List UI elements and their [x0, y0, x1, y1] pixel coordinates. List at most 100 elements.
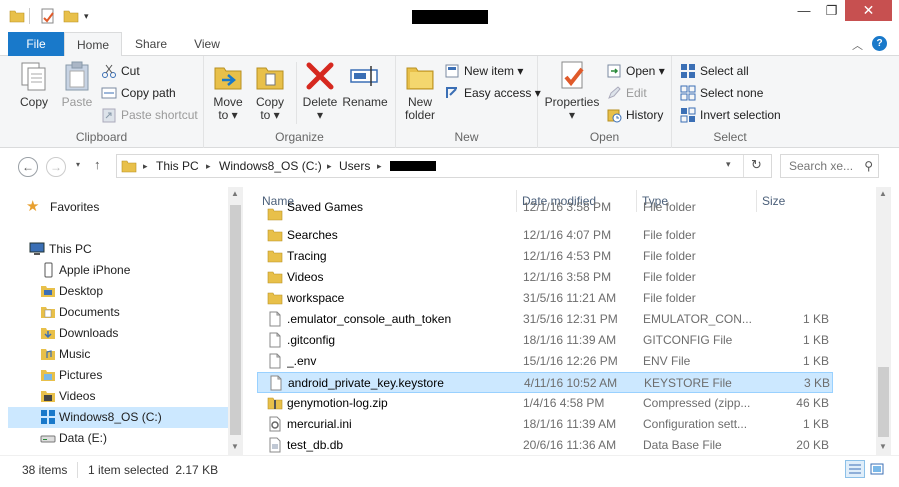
file-row[interactable]: _.env 15/1/16 12:26 PM ENV File 1 KB	[257, 351, 833, 372]
tab-file[interactable]: File	[8, 32, 64, 56]
select-all-button[interactable]: Select all	[680, 62, 749, 80]
breadcrumb-separator-icon[interactable]: ▸	[206, 155, 211, 177]
address-bar[interactable]: ▸ This PC ▸ Windows8_OS (C:) ▸ Users ▸ ▾…	[116, 154, 772, 178]
search-input[interactable]: Search xe... ⚲	[780, 154, 879, 178]
tab-home[interactable]: Home	[64, 32, 122, 57]
large-icons-view-button[interactable]	[867, 460, 887, 478]
history-button[interactable]: History	[606, 106, 663, 124]
new-folder-qat-icon[interactable]	[63, 8, 79, 24]
maximize-button[interactable]: ❐	[818, 0, 845, 21]
nav-videos[interactable]: Videos	[38, 386, 228, 407]
details-view-button[interactable]	[845, 460, 865, 478]
breadcrumb-separator-icon[interactable]: ▸	[377, 155, 382, 177]
file-type: Compressed (zipp...	[643, 396, 751, 410]
open-button[interactable]: Open ▾	[606, 62, 665, 80]
rename-button[interactable]: Rename	[342, 60, 388, 109]
back-button[interactable]: ←	[18, 157, 38, 177]
breadcrumb-windows8-os[interactable]: Windows8_OS (C:)	[219, 155, 322, 177]
nav-music[interactable]: Music	[38, 344, 228, 365]
tab-view[interactable]: View	[180, 32, 234, 56]
select-none-button[interactable]: Select none	[680, 84, 763, 102]
breadcrumb-users[interactable]: Users	[339, 155, 370, 177]
nav-scrollbar-thumb[interactable]	[230, 205, 241, 435]
cut-button[interactable]: Cut	[101, 62, 140, 80]
file-row[interactable]: android_private_key.keystore 4/11/16 10:5…	[257, 372, 833, 393]
nav-item-label: Apple iPhone	[59, 263, 131, 277]
file-row[interactable]: test_db.db 20/6/16 11:36 AM Data Base File…	[257, 435, 833, 456]
file-size: 1 KB	[802, 312, 829, 326]
file-row[interactable]: Saved Games 12/1/16 3:58 PM File folder	[257, 200, 833, 225]
address-dropdown-icon[interactable]: ▾	[726, 159, 731, 170]
nav-pane-scrollbar[interactable]: ▲ ▼	[228, 187, 243, 455]
file-date: 20/6/16 11:36 AM	[523, 438, 617, 452]
nav-downloads[interactable]: Downloads	[38, 323, 228, 344]
easy-access-button[interactable]: Easy access ▾	[444, 84, 541, 102]
file-row[interactable]: .emulator_console_auth_token 31/5/16 12:3…	[257, 309, 833, 330]
folder-icon	[267, 290, 283, 306]
file-date: 18/1/16 11:39 AM	[523, 417, 617, 431]
copy-path-button[interactable]: Copy path	[101, 84, 176, 102]
new-item-button[interactable]: New item ▾	[444, 62, 523, 80]
copy-to-icon	[254, 60, 286, 92]
history-label: History	[626, 108, 664, 122]
nav-desktop[interactable]: Desktop	[38, 281, 228, 302]
file-row[interactable]: Searches 12/1/16 4:07 PM File folder	[257, 225, 833, 246]
minimize-button[interactable]: —	[790, 0, 818, 21]
file-icon	[267, 332, 283, 348]
file-list-scrollbar[interactable]: ▲ ▼	[876, 187, 891, 455]
nav-pictures[interactable]: Pictures	[38, 365, 228, 386]
copy-to-button[interactable]: Copy to ▾	[250, 60, 290, 122]
delete-button[interactable]: Delete ▾	[300, 60, 340, 122]
edit-button[interactable]: Edit	[606, 84, 647, 102]
tab-share[interactable]: Share	[124, 32, 178, 56]
copy-button[interactable]: Copy	[14, 60, 54, 109]
open-icon	[606, 63, 622, 79]
file-row[interactable]: mercurial.ini 18/1/16 11:39 AM Configurati…	[257, 414, 833, 435]
new-group-label: New	[454, 130, 479, 144]
paste-button[interactable]: Paste	[57, 60, 97, 109]
file-list-scrollbar-thumb[interactable]	[878, 367, 889, 437]
nav-documents[interactable]: Documents	[38, 302, 228, 323]
file-row[interactable]: genymotion-log.zip 1/4/16 4:58 PM Compress…	[257, 393, 833, 414]
close-button[interactable]: ✕	[845, 0, 892, 21]
move-to-button[interactable]: Move to ▾	[208, 60, 248, 122]
scroll-down-icon[interactable]: ▼	[231, 442, 239, 451]
new-folder-button[interactable]: New folder	[400, 60, 440, 122]
collapse-ribbon-icon[interactable]: ︿	[852, 37, 863, 53]
nav-item-label: Videos	[59, 389, 96, 403]
organize-group: Move to ▾ Copy to ▾ Delete ▾ Rename Orga…	[204, 56, 396, 148]
refresh-icon[interactable]: ↻	[751, 157, 762, 173]
scroll-down-icon[interactable]: ▼	[879, 442, 887, 451]
breadcrumb-separator-icon[interactable]: ▸	[143, 155, 148, 177]
forward-button[interactable]: →	[46, 157, 66, 177]
properties-qat-icon[interactable]	[40, 8, 56, 24]
nav-item-label: Desktop	[59, 284, 104, 298]
zip-folder-icon	[267, 395, 283, 411]
invert-selection-button[interactable]: Invert selection	[680, 106, 781, 124]
paste-shortcut-label: Paste shortcut	[121, 108, 198, 122]
file-row[interactable]: Tracing 12/1/16 4:53 PM File folder	[257, 246, 833, 267]
file-row[interactable]: .gitconfig 18/1/16 11:39 AM GITCONFIG File…	[257, 330, 833, 351]
file-row[interactable]: Videos 12/1/16 3:58 PM File folder	[257, 267, 833, 288]
downloads-folder-icon	[40, 325, 56, 341]
nav-favorites[interactable]: ★ Favorites	[26, 197, 226, 218]
nav-windows8-os[interactable]: Windows8_OS (C:)	[8, 407, 228, 428]
nav-data-e[interactable]: Data (E:)	[38, 428, 228, 449]
properties-button[interactable]: Properties ▾	[544, 60, 600, 122]
help-icon[interactable]: ?	[872, 36, 887, 51]
up-arrow-icon[interactable]: ↑	[94, 157, 101, 172]
qat-dropdown-icon[interactable]: ▾	[84, 8, 100, 24]
paste-shortcut-button[interactable]: Paste shortcut	[101, 106, 198, 124]
phone-icon	[40, 262, 56, 278]
breadcrumb-this-pc[interactable]: This PC	[156, 155, 199, 177]
file-size: 20 KB	[796, 438, 829, 452]
scroll-up-icon[interactable]: ▲	[879, 189, 887, 198]
nav-this-pc[interactable]: This PC	[26, 239, 226, 260]
breadcrumb-separator-icon[interactable]: ▸	[327, 155, 332, 177]
nav-apple-iphone[interactable]: Apple iPhone	[38, 260, 228, 281]
scroll-up-icon[interactable]: ▲	[231, 189, 239, 198]
file-row[interactable]: workspace 31/5/16 11:21 AM File folder	[257, 288, 833, 309]
recent-locations-icon[interactable]: ▾	[76, 160, 80, 169]
file-type: EMULATOR_CON...	[643, 312, 752, 326]
search-icon: ⚲	[864, 159, 873, 173]
